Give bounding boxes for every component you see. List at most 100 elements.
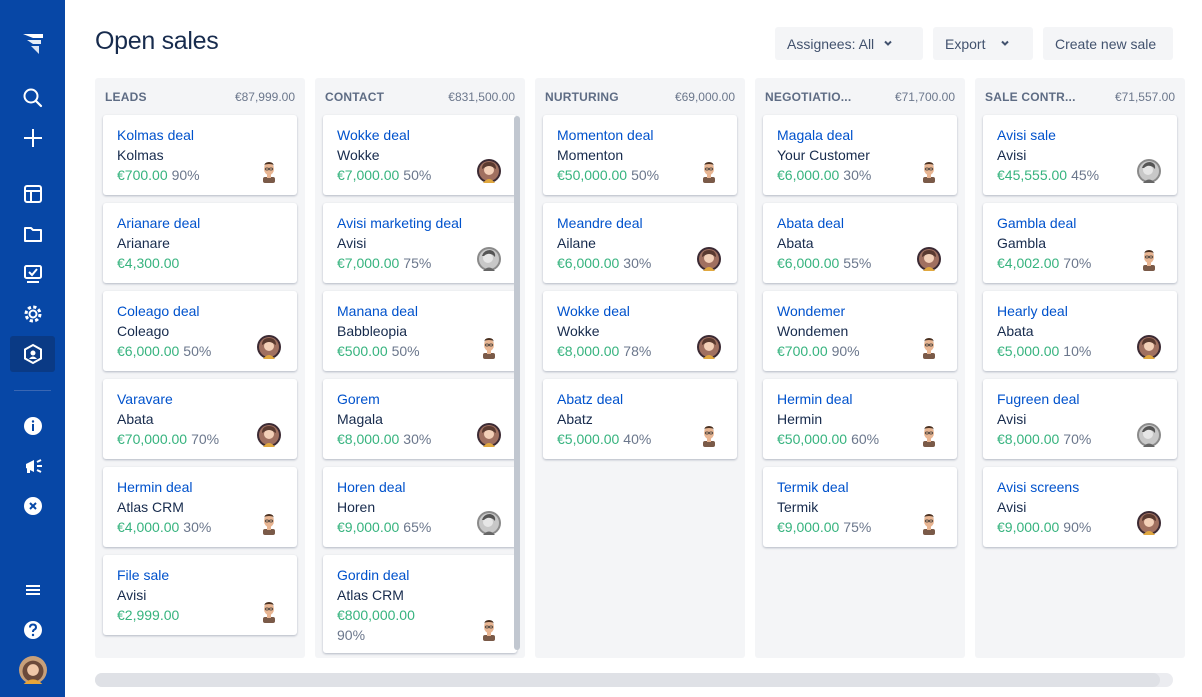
deal-title-link[interactable]: File sale xyxy=(117,566,283,584)
deal-card[interactable]: Avisi screens Avisi €9,000.00 90% xyxy=(983,467,1177,547)
deal-card[interactable]: Avisi sale Avisi €45,555.00 45% xyxy=(983,115,1177,195)
assignee-avatar[interactable] xyxy=(1137,511,1161,535)
deal-amount: €50,000.00 xyxy=(557,167,628,183)
deal-card[interactable]: Arianare deal Arianare €4,300.00 xyxy=(103,203,297,283)
deal-card[interactable]: Wokke deal Wokke €8,000.00 78% xyxy=(543,291,737,371)
deal-card[interactable]: Termik deal Termik €9,000.00 75% xyxy=(763,467,957,547)
assignee-avatar[interactable] xyxy=(917,335,941,359)
contact-column-scrollbar[interactable] xyxy=(514,116,520,650)
megaphone-icon[interactable] xyxy=(10,448,55,484)
export-button[interactable]: Export xyxy=(933,27,1033,60)
deal-title-link[interactable]: Wondemer xyxy=(777,302,943,320)
deal-title-link[interactable]: Wokke deal xyxy=(557,302,723,320)
deal-title-link[interactable]: Avisi screens xyxy=(997,478,1163,496)
deal-title-link[interactable]: Horen deal xyxy=(337,478,503,496)
deal-title-link[interactable]: Magala deal xyxy=(777,126,943,144)
deal-card[interactable]: Wondemer Wondemen €700.00 90% xyxy=(763,291,957,371)
deal-card[interactable]: Hearly deal Abata €5,000.00 10% xyxy=(983,291,1177,371)
assignee-avatar[interactable] xyxy=(697,159,721,183)
help-icon[interactable] xyxy=(10,612,55,648)
deal-card[interactable]: Avisi marketing deal Avisi €7,000.00 75% xyxy=(323,203,517,283)
assignee-avatar[interactable] xyxy=(477,423,501,447)
assignee-avatar[interactable] xyxy=(1137,335,1161,359)
deal-title-link[interactable]: Avisi marketing deal xyxy=(337,214,503,232)
assignee-avatar[interactable] xyxy=(697,423,721,447)
deal-card[interactable]: Momenton deal Momenton €50,000.00 50% xyxy=(543,115,737,195)
deal-card[interactable]: Gambla deal Gambla €4,002.00 70% xyxy=(983,203,1177,283)
deal-card[interactable]: Abata deal Abata €6,000.00 55% xyxy=(763,203,957,283)
deal-amount: €8,000.00 xyxy=(557,343,620,359)
assignee-avatar[interactable] xyxy=(257,159,281,183)
gear-icon[interactable] xyxy=(10,296,55,332)
assignee-avatar[interactable] xyxy=(477,159,501,183)
assignee-avatar[interactable] xyxy=(917,247,941,271)
search-icon[interactable] xyxy=(10,80,55,116)
deal-title-link[interactable]: Arianare deal xyxy=(117,214,283,232)
assignee-avatar[interactable] xyxy=(1137,159,1161,183)
deal-title-link[interactable]: Hermin deal xyxy=(777,390,943,408)
report-icon[interactable] xyxy=(10,256,55,292)
info-icon[interactable] xyxy=(10,408,55,444)
board-icon[interactable] xyxy=(10,176,55,212)
deal-title-link[interactable]: Coleago deal xyxy=(117,302,283,320)
deal-title-link[interactable]: Gorem xyxy=(337,390,503,408)
deal-card[interactable]: File sale Avisi €2,999.00 xyxy=(103,555,297,635)
deal-card[interactable]: Abatz deal Abatz €5,000.00 40% xyxy=(543,379,737,459)
deal-title-link[interactable]: Wokke deal xyxy=(337,126,503,144)
assignee-avatar[interactable] xyxy=(257,423,281,447)
deal-card[interactable]: Coleago deal Coleago €6,000.00 50% xyxy=(103,291,297,371)
board-horizontal-scrollbar[interactable] xyxy=(95,673,1173,687)
deal-card[interactable]: Gordin deal Atlas CRM €800,000.00 90% xyxy=(323,555,517,653)
folder-icon[interactable] xyxy=(10,216,55,252)
assignee-avatar[interactable] xyxy=(257,599,281,623)
assignee-avatar[interactable] xyxy=(1137,423,1161,447)
deal-title-link[interactable]: Hearly deal xyxy=(997,302,1163,320)
deal-card[interactable]: Manana deal Babbleopia €500.00 50% xyxy=(323,291,517,371)
deal-card[interactable]: Horen deal Horen €9,000.00 65% xyxy=(323,467,517,547)
assignee-avatar[interactable] xyxy=(477,617,501,641)
profile-avatar[interactable] xyxy=(10,652,55,688)
plus-icon[interactable] xyxy=(10,120,55,156)
deal-card[interactable]: Magala deal Your Customer €6,000.00 30% xyxy=(763,115,957,195)
deal-title-link[interactable]: Manana deal xyxy=(337,302,503,320)
logo-icon[interactable] xyxy=(10,24,55,60)
assignee-avatar[interactable] xyxy=(917,423,941,447)
deal-title-link[interactable]: Abatz deal xyxy=(557,390,723,408)
deal-title-link[interactable]: Momenton deal xyxy=(557,126,723,144)
menu-icon[interactable] xyxy=(10,572,55,608)
deal-title-link[interactable]: Abata deal xyxy=(777,214,943,232)
crm-icon[interactable] xyxy=(10,336,55,372)
deal-card[interactable]: Meandre deal Ailane €6,000.00 30% xyxy=(543,203,737,283)
deal-title-link[interactable]: Hermin deal xyxy=(117,478,283,496)
deal-title-link[interactable]: Avisi sale xyxy=(997,126,1163,144)
deal-probability: 55% xyxy=(843,255,872,271)
assignee-avatar[interactable] xyxy=(697,247,721,271)
deal-card[interactable]: Hermin deal Hermin €50,000.00 60% xyxy=(763,379,957,459)
assignee-avatar[interactable] xyxy=(917,159,941,183)
assignee-avatar[interactable] xyxy=(477,247,501,271)
assignee-avatar[interactable] xyxy=(257,335,281,359)
assignees-filter-button[interactable]: Assignees: All xyxy=(775,27,923,60)
assignee-avatar[interactable] xyxy=(1137,247,1161,271)
assignee-avatar[interactable] xyxy=(917,511,941,535)
assignee-avatar[interactable] xyxy=(477,335,501,359)
deal-title-link[interactable]: Fugreen deal xyxy=(997,390,1163,408)
deal-card[interactable]: Kolmas deal Kolmas €700.00 90% xyxy=(103,115,297,195)
create-new-sale-button[interactable]: Create new sale xyxy=(1043,27,1173,60)
deal-card[interactable]: Fugreen deal Avisi €8,000.00 70% xyxy=(983,379,1177,459)
horizontal-scrollbar-thumb[interactable] xyxy=(95,673,1160,687)
deal-title-link[interactable]: Gordin deal xyxy=(337,566,503,584)
assignee-avatar[interactable] xyxy=(697,335,721,359)
close-circle-icon[interactable] xyxy=(10,488,55,524)
assignee-avatar[interactable] xyxy=(257,511,281,535)
deal-title-link[interactable]: Varavare xyxy=(117,390,283,408)
assignee-avatar[interactable] xyxy=(477,511,501,535)
deal-card[interactable]: Gorem Magala €8,000.00 30% xyxy=(323,379,517,459)
deal-title-link[interactable]: Gambla deal xyxy=(997,214,1163,232)
deal-card[interactable]: Wokke deal Wokke €7,000.00 50% xyxy=(323,115,517,195)
deal-title-link[interactable]: Meandre deal xyxy=(557,214,723,232)
deal-title-link[interactable]: Termik deal xyxy=(777,478,943,496)
deal-card[interactable]: Varavare Abata €70,000.00 70% xyxy=(103,379,297,459)
deal-title-link[interactable]: Kolmas deal xyxy=(117,126,283,144)
deal-card[interactable]: Hermin deal Atlas CRM €4,000.00 30% xyxy=(103,467,297,547)
